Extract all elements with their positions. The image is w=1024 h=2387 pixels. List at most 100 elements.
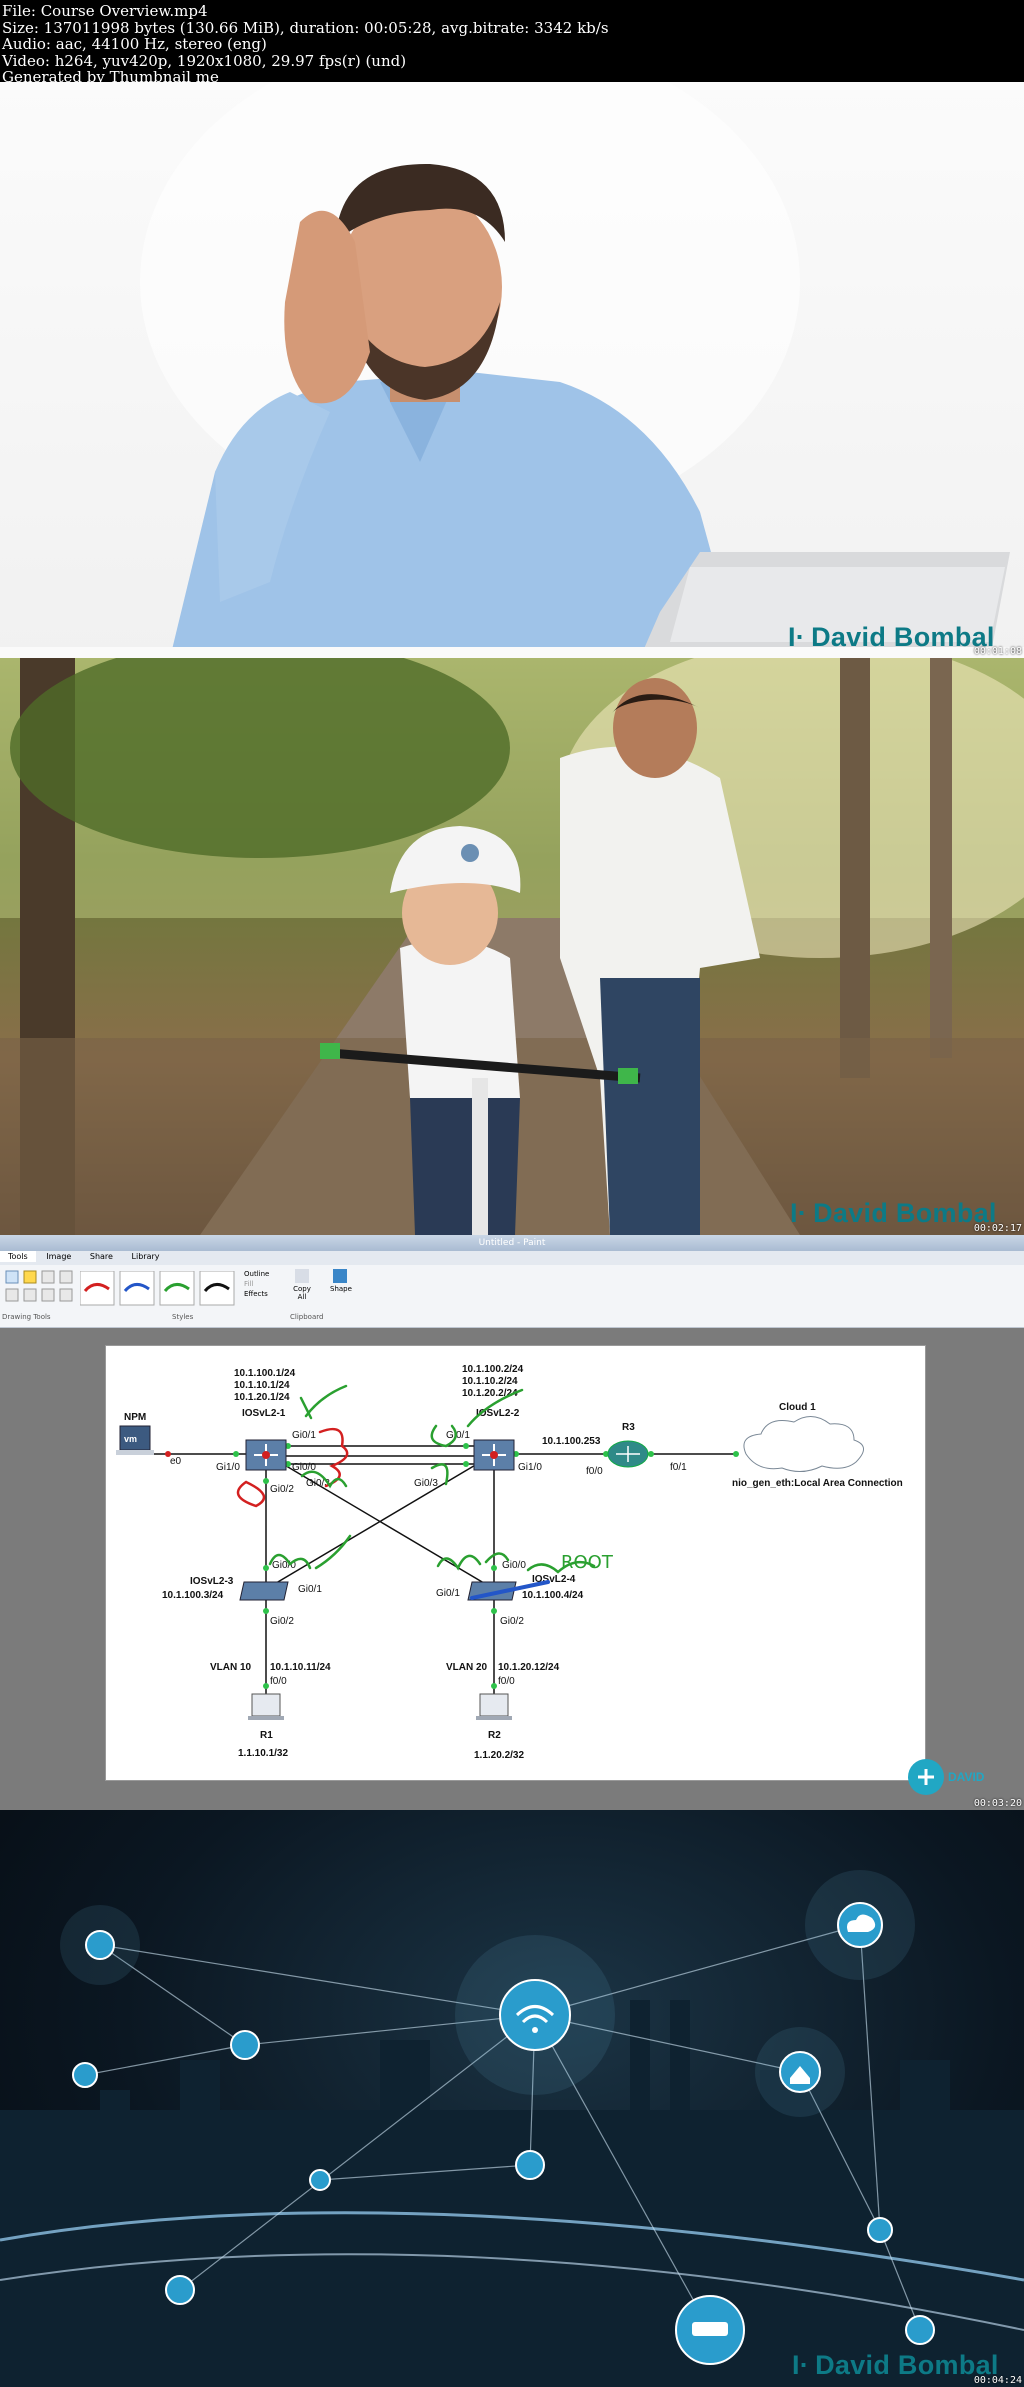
r3-label: R3 xyxy=(622,1422,635,1433)
effects-button[interactable]: Effects xyxy=(244,1289,269,1299)
pencil-tool-icon[interactable] xyxy=(23,1270,37,1284)
brand-mark-icon: I· xyxy=(790,1198,808,1228)
sw2-gi10: Gi1/0 xyxy=(518,1462,542,1473)
sw1-gi01: Gi0/1 xyxy=(292,1430,316,1441)
brand-logo: I· David Bombal xyxy=(792,2350,999,2381)
picker-tool-icon[interactable] xyxy=(41,1288,55,1302)
brand-text: David Bombal xyxy=(815,2350,999,2380)
ribbon-tabs: Tools Image Share Library xyxy=(0,1251,1024,1265)
paint-canvas[interactable]: vm NPM e0 10.1.100.1/24 10.1.10.1/24 10.… xyxy=(105,1345,926,1781)
zoom-tool-icon[interactable] xyxy=(59,1288,73,1302)
train-icon xyxy=(692,2322,728,2336)
cloud-label: Cloud 1 xyxy=(779,1402,816,1413)
drawing-tools-grid xyxy=(5,1270,73,1302)
brand-logo: I· David Bombal xyxy=(790,1198,997,1229)
style-options: Outline Fill Effects xyxy=(244,1269,269,1299)
r2-label: R2 xyxy=(488,1730,501,1741)
sw1-label: IOSvL2-1 xyxy=(242,1408,286,1419)
fill-button[interactable]: Fill xyxy=(244,1279,269,1289)
smart-city-illustration xyxy=(0,1870,1024,2387)
root-annotation: ROOT xyxy=(561,1552,614,1573)
select-tool-icon[interactable] xyxy=(5,1270,19,1284)
tab-tools[interactable]: Tools xyxy=(0,1251,36,1262)
plane-icon xyxy=(905,2315,935,2345)
bike-lesson-illustration xyxy=(0,658,1024,1235)
printer-icon xyxy=(72,2062,98,2088)
tab-share[interactable]: Share xyxy=(82,1251,121,1262)
brand-logo-text: DAVID BOMBAL xyxy=(948,1770,986,1784)
brand-text: David Bombal xyxy=(813,1198,997,1228)
eraser-tool-icon[interactable] xyxy=(23,1288,37,1302)
r2-ip: 1.1.20.2/32 xyxy=(474,1750,524,1761)
r3-f00: f0/0 xyxy=(586,1466,603,1477)
sw2-ip-2: 10.1.10.2/24 xyxy=(462,1376,518,1387)
sw4-gi02: Gi0/2 xyxy=(500,1616,524,1627)
video-info: Video: h264, yuv420p, 1920x1080, 29.97 f… xyxy=(2,51,407,70)
r1-host-icon xyxy=(251,1693,281,1717)
drawing-tools-label: Drawing Tools xyxy=(2,1313,51,1321)
file-size: Size: 137011998 bytes (130.66 MiB), dura… xyxy=(2,18,609,37)
sw1-gi10: Gi1/0 xyxy=(216,1462,240,1473)
sw4-gi00: Gi0/0 xyxy=(502,1560,526,1571)
brand-logo: I· David Bombal xyxy=(788,622,995,653)
cloud-icon xyxy=(743,1416,864,1472)
network-topology-diagram: vm NPM e0 10.1.100.1/24 10.1.10.1/24 10.… xyxy=(116,1364,903,1761)
video-frame-2: I· David Bombal 00:02:17 xyxy=(0,658,1024,1235)
sw3-label: IOSvL2-3 xyxy=(190,1576,234,1587)
tired-man-illustration xyxy=(0,82,1024,658)
vm-label: vm xyxy=(124,1434,137,1444)
sw3-ip: 10.1.100.3/24 xyxy=(162,1590,224,1601)
sw1-gi02: Gi0/2 xyxy=(270,1484,294,1495)
timestamp: 00:01:08 xyxy=(973,646,1022,657)
video-frame-1: I· David Bombal 00:01:08 xyxy=(0,82,1024,658)
r3-f01: f0/1 xyxy=(670,1462,687,1473)
r1-label: R1 xyxy=(260,1730,273,1741)
copy-all-button[interactable]: Copy All xyxy=(292,1269,312,1301)
copy-icon xyxy=(295,1269,309,1283)
audio-info: Audio: aac, 44100 Hz, stereo (eng) xyxy=(2,35,267,53)
timestamp: 00:03:20 xyxy=(973,1798,1022,1809)
npm-label: NPM xyxy=(124,1412,146,1423)
vlan10-label: VLAN 10 xyxy=(210,1662,252,1673)
styles-label: Styles xyxy=(172,1313,194,1321)
copy-all-label: Copy All xyxy=(293,1285,311,1301)
outline-button[interactable]: Outline xyxy=(244,1269,269,1279)
sw3-gi01: Gi0/1 xyxy=(298,1584,322,1595)
r1-ip: 1.1.10.1/32 xyxy=(238,1748,288,1759)
truck-icon xyxy=(165,2275,195,2305)
video-frame-3: Untitled - Paint Tools Image Share Libra… xyxy=(0,1235,1024,1810)
file-info-header: File: Course Overview.mp4 Size: 13701199… xyxy=(0,0,1024,85)
r2-host-icon xyxy=(479,1693,509,1717)
timestamp: 00:02:17 xyxy=(973,1223,1022,1234)
sw2-gi01: Gi0/1 xyxy=(446,1430,470,1441)
tab-library[interactable]: Library xyxy=(124,1251,168,1262)
file-name: File: Course Overview.mp4 xyxy=(2,2,208,20)
vlan10-ip: 10.1.10.11/24 xyxy=(270,1662,331,1673)
monitor-icon xyxy=(230,2030,260,2060)
brand-mark-icon: I· xyxy=(792,2350,810,2380)
shape-label: Shape xyxy=(330,1285,352,1293)
r2-f00: f0/0 xyxy=(498,1676,515,1687)
sw2-gi03: Gi0/3 xyxy=(414,1478,438,1489)
brush-tool-icon[interactable] xyxy=(41,1270,55,1284)
tab-image[interactable]: Image xyxy=(38,1251,79,1262)
sw4-gi01: Gi0/1 xyxy=(436,1588,460,1599)
sw3-gi02: Gi0/2 xyxy=(270,1616,294,1627)
sw2-ip-1: 10.1.100.2/24 xyxy=(462,1364,524,1375)
paint-ribbon: Tools Image Share Library Outline Fill E… xyxy=(0,1251,1024,1328)
text-tool-icon[interactable] xyxy=(5,1288,19,1302)
shape-icon xyxy=(333,1269,347,1283)
phone-icon xyxy=(867,2217,893,2243)
server-icon xyxy=(309,2169,331,2191)
satellite-icon xyxy=(85,1930,115,1960)
vlan20-label: VLAN 20 xyxy=(446,1662,488,1673)
shape-button[interactable]: Shape xyxy=(330,1269,352,1293)
fill-tool-icon[interactable] xyxy=(59,1270,73,1284)
style-swatches xyxy=(80,1271,235,1306)
e0-label: e0 xyxy=(170,1456,182,1467)
sw1-ip-2: 10.1.10.1/24 xyxy=(234,1380,290,1391)
video-frame-4: I· David Bombal 00:04:24 xyxy=(0,1810,1024,2387)
david-bombal-logo: DAVID BOMBAL xyxy=(908,1759,986,1795)
sw2-label: IOSvL2-2 xyxy=(476,1408,520,1419)
r1-f00: f0/0 xyxy=(270,1676,287,1687)
